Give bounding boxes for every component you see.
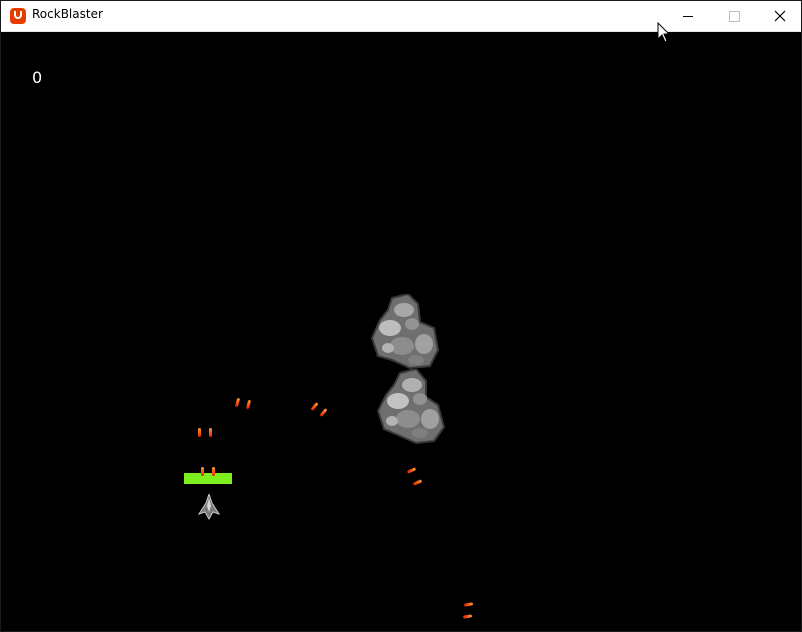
bullet [310,402,319,411]
close-button[interactable] [757,1,802,31]
bullet [412,479,423,486]
bullet [201,467,204,476]
score-counter: 0 [32,68,43,87]
asteroid-rock [376,369,446,445]
maximize-button[interactable] [711,1,757,31]
window-title: RockBlaster [32,7,103,21]
bullet [462,614,473,619]
minimize-button[interactable] [665,1,711,31]
bullet [319,408,328,417]
game-canvas[interactable]: 0 [2,32,801,631]
bullet [209,428,212,437]
bullet [234,397,241,408]
bullet [245,399,252,410]
monogame-app-icon [10,8,26,24]
bullet [463,602,474,607]
bullet [406,467,417,474]
title-bar[interactable]: RockBlaster [1,1,801,32]
bullet [198,428,201,437]
player-ship [198,494,220,520]
asteroid-rock [370,294,440,370]
game-window: RockBlaster 0 [0,0,802,632]
bullet [212,467,215,476]
player-health-bar [184,473,232,484]
close-icon [774,10,786,22]
mouse-cursor-icon [657,22,671,43]
